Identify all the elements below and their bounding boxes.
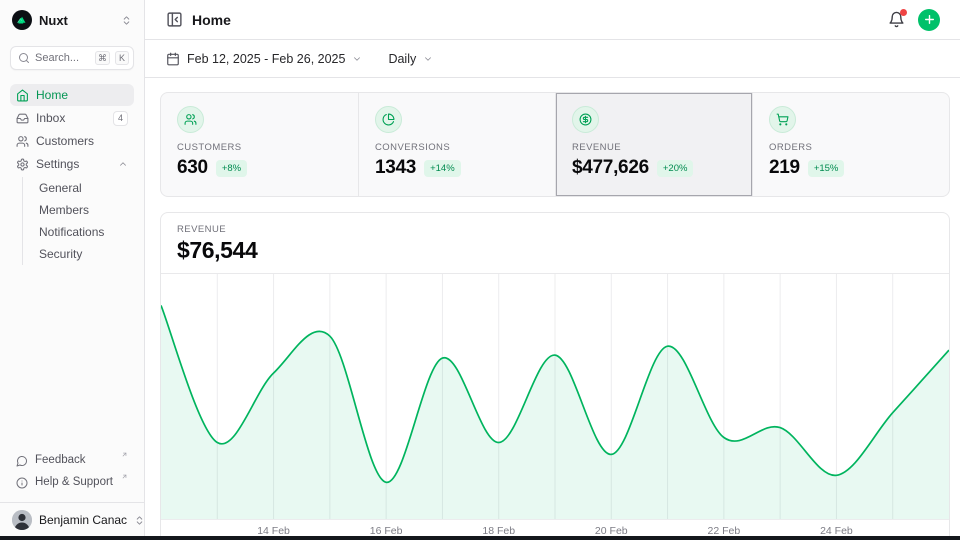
org-switcher[interactable]: Nuxt [0,0,144,38]
dollar-circle-icon [572,106,599,133]
stat-delta-badge: +20% [657,160,694,177]
stat-label: CONVERSIONS [375,142,539,153]
chart-value: $76,544 [177,237,933,264]
info-circle-icon [16,477,28,489]
stat-card-revenue[interactable]: REVENUE $477,626 +20% [555,93,752,196]
stat-delta-badge: +8% [216,160,247,177]
topbar: Home [145,0,960,40]
chevrons-up-down-icon [121,15,132,26]
inbox-count-badge: 4 [113,111,128,126]
users-icon [177,106,204,133]
sidebar-item-customers[interactable]: Customers [10,130,134,152]
calendar-icon [166,52,180,66]
collapse-sidebar-icon[interactable] [166,11,183,28]
sidebar-footer-nav: Feedback Help & Support [0,451,144,498]
chart-label: REVENUE [177,224,933,235]
gear-icon [16,158,29,171]
sidebar: Nuxt ⌘ K Home Inbox 4 [0,0,145,540]
chevron-down-icon [352,54,362,64]
revenue-chart-svg [161,274,949,519]
inbox-icon [16,112,29,125]
chevron-up-icon [118,159,128,169]
sidebar-item-label: Home [36,88,128,102]
date-range-picker[interactable]: Feb 12, 2025 - Feb 26, 2025 [166,52,362,66]
stat-card-conversions[interactable]: CONVERSIONS 1343 +14% [358,93,555,196]
sidebar-item-members[interactable]: Members [23,199,134,221]
revenue-chart-card: REVENUE $76,544 14 Feb16 Feb18 Feb20 Feb… [160,212,950,540]
sidebar-item-general[interactable]: General [23,177,134,199]
bottom-edge-strip [0,536,960,540]
plus-icon [923,13,936,26]
sidebar-item-home[interactable]: Home [10,84,134,106]
sidebar-item-label: Settings [36,157,111,171]
notifications-button[interactable] [888,11,905,28]
kbd-cmd: ⌘ [95,51,110,65]
pie-chart-icon [375,106,402,133]
chevrons-up-down-icon [134,515,145,526]
revenue-chart[interactable] [161,274,949,519]
cart-icon [769,106,796,133]
avatar [12,510,32,530]
stat-card-orders[interactable]: ORDERS 219 +15% [752,93,949,196]
sidebar-item-label: Customers [36,134,128,148]
search-input[interactable] [35,52,90,64]
settings-sub-nav: General Members Notifications Security [22,177,134,265]
stat-card-customers[interactable]: CUSTOMERS 630 +8% [161,93,358,196]
external-link-icon [121,451,128,458]
stat-label: REVENUE [572,142,736,153]
org-name: Nuxt [39,13,114,28]
external-link-icon [121,473,128,480]
date-range-value: Feb 12, 2025 - Feb 26, 2025 [187,52,345,66]
dashboard-content: CUSTOMERS 630 +8% CONVERSIONS 1343 +14% [145,78,960,540]
stats-row: CUSTOMERS 630 +8% CONVERSIONS 1343 +14% [160,92,950,197]
sidebar-item-settings[interactable]: Settings [10,153,134,175]
topbar-actions [888,9,940,31]
stat-label: CUSTOMERS [177,142,342,153]
nuxt-logo-icon [12,10,32,30]
stat-value: 1343 [375,157,416,179]
stat-value: $477,626 [572,157,649,179]
period-select[interactable]: Daily [388,52,433,66]
sidebar-item-label: Inbox [36,111,106,125]
sidebar-item-notifications[interactable]: Notifications [23,221,134,243]
stat-delta-badge: +14% [424,160,461,177]
stat-value: 630 [177,157,208,179]
users-icon [16,135,29,148]
sidebar-item-security[interactable]: Security [23,243,134,265]
footer-item-label: Help & Support [35,476,117,488]
filter-bar: Feb 12, 2025 - Feb 26, 2025 Daily [145,40,960,78]
main-area: Home Feb 12, 2025 - Feb 26, 2025 Daily [145,0,960,540]
add-button[interactable] [918,9,940,31]
search-box[interactable]: ⌘ K [10,46,134,70]
search-icon [18,52,30,64]
sidebar-nav: Home Inbox 4 Customers Settings [0,84,144,175]
stat-delta-badge: +15% [808,160,845,177]
user-menu[interactable]: Benjamin Canac [0,502,144,540]
sidebar-item-feedback[interactable]: Feedback [10,451,134,472]
stat-label: ORDERS [769,142,933,153]
notification-dot [900,9,907,16]
stat-value: 219 [769,157,800,179]
sidebar-spacer [0,265,144,451]
kbd-k: K [115,51,129,65]
period-value: Daily [388,52,416,66]
chart-header: REVENUE $76,544 [161,213,949,274]
footer-item-label: Feedback [35,454,117,466]
message-bubble-icon [16,455,28,467]
page-title: Home [192,12,231,28]
sidebar-item-inbox[interactable]: Inbox 4 [10,107,134,129]
sidebar-item-help-support[interactable]: Help & Support [10,473,134,494]
chevron-down-icon [423,54,433,64]
home-icon [16,89,29,102]
user-name: Benjamin Canac [39,513,127,527]
